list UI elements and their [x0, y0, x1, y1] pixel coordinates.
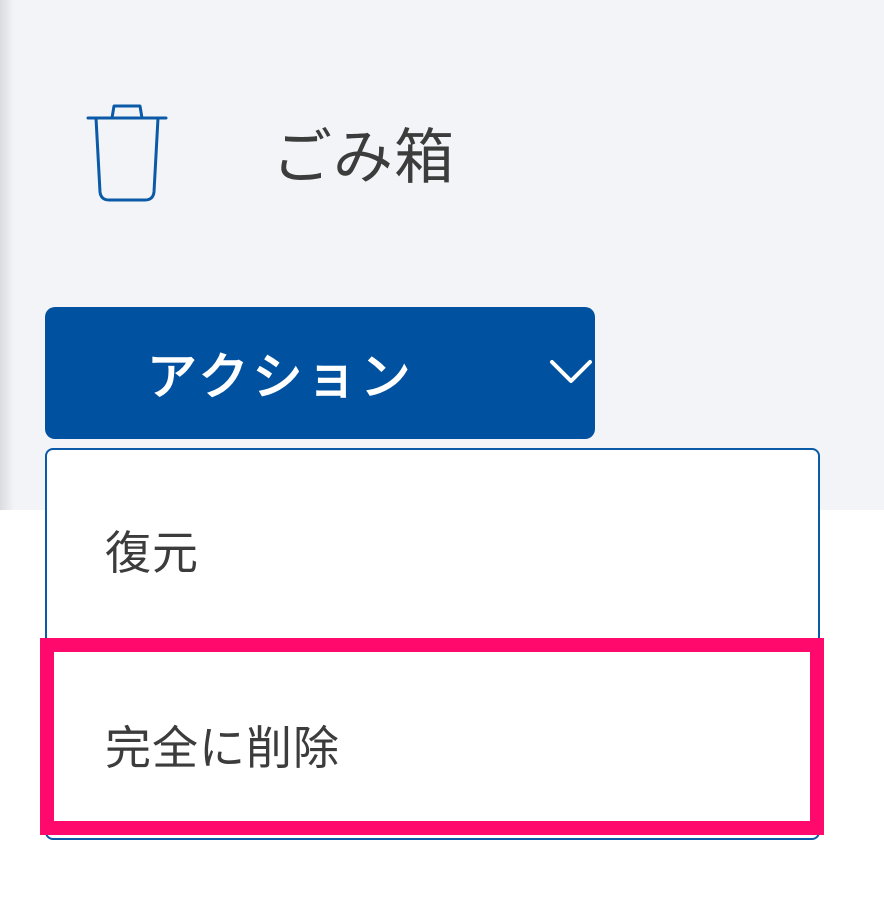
sidebar-edge [0, 0, 14, 510]
menu-item-label: 完全に削除 [105, 721, 340, 775]
menu-item-label: 復元 [105, 526, 199, 580]
actions-dropdown-menu: 復元 完全に削除 [45, 448, 820, 840]
actions-button-label: アクション [147, 348, 415, 406]
page-title-row: ごみ箱 [84, 100, 455, 204]
page-title: ごみ箱 [272, 122, 455, 193]
chevron-down-icon [550, 360, 592, 383]
menu-item-restore[interactable]: 復元 [47, 450, 818, 650]
trash-icon [86, 104, 168, 202]
trash-page: ごみ箱 アクション 復元 完全に削除 [0, 0, 884, 905]
actions-dropdown-button[interactable]: アクション [45, 307, 595, 439]
menu-item-delete-permanently[interactable]: 完全に削除 [47, 650, 818, 840]
